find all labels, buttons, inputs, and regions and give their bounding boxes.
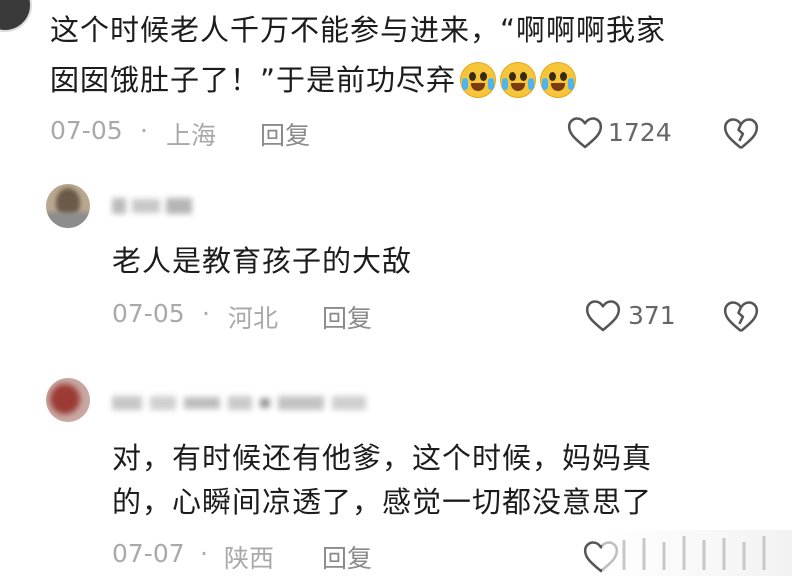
reply-button[interactable]: 回复 [322,299,372,335]
like-button[interactable]: 371 [584,297,676,333]
avatar-reply2[interactable] [46,378,90,422]
heart-outline-icon [585,300,621,332]
reply1-location: 河北 [228,304,279,333]
comment-date: 07-05 [50,116,123,145]
avatar-reply1[interactable] [46,184,90,228]
reply1-text: 老人是教育孩子的大敌 [112,244,413,278]
meta-separator: · [200,539,208,568]
broken-heart-icon[interactable] [722,115,760,151]
reply2-text-line1: 对，有时候还有他爹，这个时候，妈妈真 [112,441,653,475]
like-count: 371 [628,300,676,330]
reply2-text-line2: 的，心瞬间凉透了，感觉一切都没意思了 [112,485,653,519]
watermark-overlay [602,530,792,576]
reply1-date: 07-05 [112,299,185,328]
username-reply2[interactable] [112,394,388,412]
watermark-icon [622,536,766,570]
broken-heart-icon[interactable] [722,298,760,334]
meta-separator: · [202,299,210,328]
avatar-comment1[interactable] [0,0,32,32]
comment-text-line1: 这个时候老人千万不能参与进来，“啊啊啊我家 [50,13,667,47]
reply-button[interactable]: 回复 [260,116,310,152]
crying-laughing-emoji-icon [460,62,497,98]
comment-text-line2-row: 囡囡饿肚子了！”于是前功尽弃 [50,56,577,104]
like-button[interactable]: 1724 [566,114,672,150]
heart-outline-icon [567,117,603,149]
username-reply1[interactable] [112,197,196,215]
comment-location: 上海 [166,121,217,150]
crying-laughing-emoji-icon [540,62,577,98]
reply2-location: 陕西 [224,544,275,573]
like-count: 1724 [608,117,672,147]
comment-text-line2: 囡囡饿肚子了！”于是前功尽弃 [50,63,457,97]
reply2-date: 07-07 [112,539,185,568]
reply-button[interactable]: 回复 [322,539,372,575]
meta-separator: · [140,116,148,145]
crying-laughing-emoji-icon [500,62,537,98]
